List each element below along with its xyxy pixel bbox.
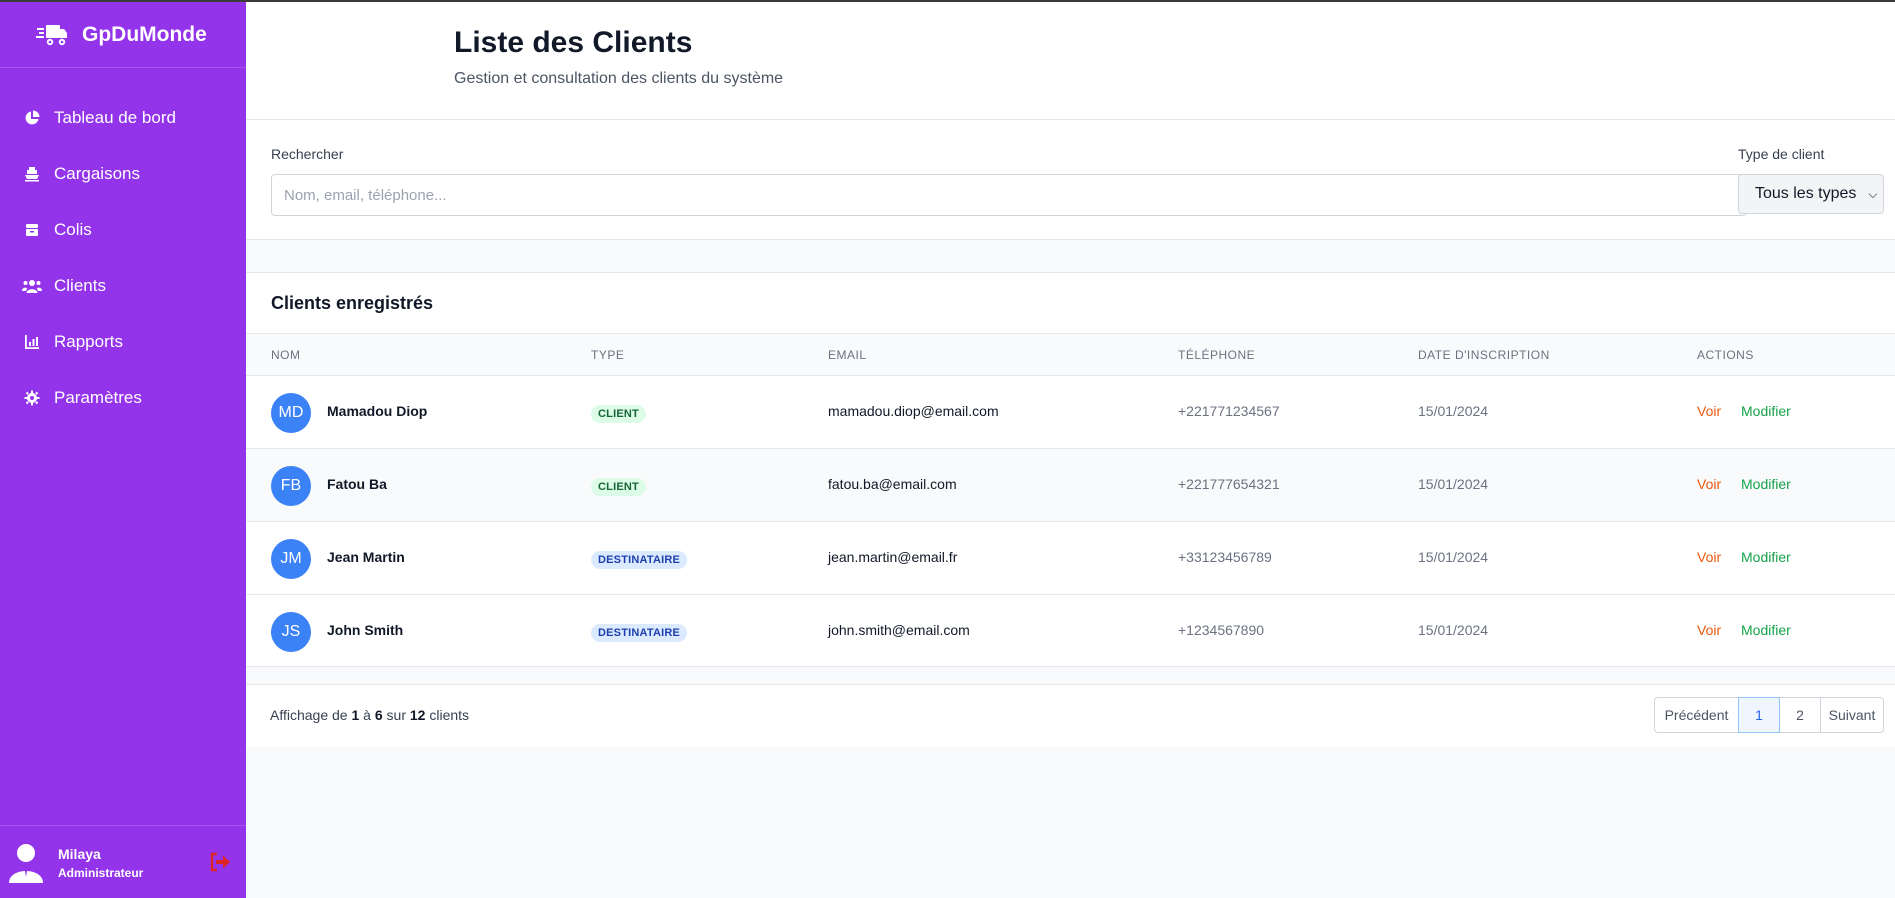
sidebar-item-colis[interactable]: Colis [0,202,246,258]
type-badge: CLIENT [591,405,646,423]
sidebar-item-label: Cargaisons [54,164,140,183]
sidebar: GpDuMonde Tableau de bord Cargaisons Col… [0,2,246,898]
chevron-down-icon: ⌵ [1868,186,1878,201]
search-label: Rechercher [271,146,344,162]
type-filter-label: Type de client [1738,146,1825,162]
page-2-button[interactable]: 2 [1779,697,1821,733]
type-filter-select[interactable]: Tous les types ⌵ [1738,174,1884,214]
clients-table: Clients enregistrés NOM TYPE EMAIL TÉLÉP… [246,272,1895,667]
column-header-date: DATE D'INSCRIPTION [1418,348,1550,362]
view-link[interactable]: Voir [1697,403,1721,419]
client-email: jean.martin@email.fr [828,549,958,565]
client-name: Mamadou Diop [327,403,428,419]
brand-name: GpDuMonde [82,22,207,46]
pagination-info: Affichage de 1 à 6 sur 12 clients [270,707,469,723]
avatar: MD [271,393,311,433]
pagination-bar: Affichage de 1 à 6 sur 12 clients Précéd… [246,684,1895,747]
pagination-total: 12 [409,707,426,723]
chart-pie-icon [22,108,42,128]
view-link[interactable]: Voir [1697,549,1721,565]
search-input[interactable] [271,174,1747,216]
type-badge: DESTINATAIRE [591,551,688,569]
sidebar-item-label: Colis [54,220,92,239]
client-email: john.smith@email.com [828,622,970,638]
truck-icon [36,21,68,49]
pagination-to: 6 [374,707,383,723]
prev-page-button[interactable]: Précédent [1654,697,1739,733]
column-header-actions: ACTIONS [1697,348,1754,362]
table-header: NOM TYPE EMAIL TÉLÉPHONE DATE D'INSCRIPT… [246,334,1895,376]
pagination-from: 1 [351,707,360,723]
page-1-button[interactable]: 1 [1738,697,1780,733]
box-icon [22,220,42,240]
ship-icon [22,164,42,184]
client-date: 15/01/2024 [1418,476,1489,492]
brand[interactable]: GpDuMonde [0,2,246,68]
pagination-prefix: Affichage de [270,707,348,723]
page-subtitle: Gestion et consultation des clients du s… [454,70,784,87]
client-name: John Smith [327,622,404,638]
user-avatar-icon [8,843,44,883]
sidebar-item-label: Clients [54,276,106,295]
edit-link[interactable]: Modifier [1741,476,1791,492]
pagination-word-to: à [363,707,371,723]
user-role: Administrateur [58,866,144,880]
edit-link[interactable]: Modifier [1741,549,1791,565]
user-profile: Milaya Administrateur [0,825,246,898]
pagination-suffix: clients [429,707,470,723]
edit-link[interactable]: Modifier [1741,403,1791,419]
client-email: fatou.ba@email.com [828,476,957,492]
table-row: JS John Smith DESTINATAIRE john.smith@em… [246,595,1895,668]
client-name: Jean Martin [327,549,405,565]
type-badge: CLIENT [591,478,646,496]
sidebar-item-label: Paramètres [54,388,142,407]
page-header: Liste des Clients Gestion et consultatio… [246,2,1895,120]
client-phone: +1234567890 [1178,622,1265,638]
client-phone: +33123456789 [1178,549,1272,565]
users-icon [22,276,42,296]
table-row: MD Mamadou Diop CLIENT mamadou.diop@emai… [246,376,1895,449]
client-date: 15/01/2024 [1418,549,1489,565]
next-page-button[interactable]: Suivant [1820,697,1884,733]
avatar: JS [271,612,311,652]
column-header-type: TYPE [591,348,625,362]
sidebar-item-dashboard[interactable]: Tableau de bord [0,90,246,146]
main-content: Liste des Clients Gestion et consultatio… [246,2,1895,898]
sidebar-item-clients[interactable]: Clients [0,258,246,314]
type-badge: DESTINATAIRE [591,624,688,642]
client-date: 15/01/2024 [1418,622,1489,638]
sidebar-item-parametres[interactable]: Paramètres [0,370,246,426]
client-phone: +221771234567 [1178,403,1280,419]
client-date: 15/01/2024 [1418,403,1489,419]
pagination-word-of: sur [386,707,406,723]
column-header-telephone: TÉLÉPHONE [1178,348,1256,362]
column-header-email: EMAIL [828,348,867,362]
logout-icon[interactable] [209,852,231,872]
sidebar-nav: Tableau de bord Cargaisons Colis Clients… [0,68,246,426]
client-email: mamadou.diop@email.com [828,403,999,419]
sidebar-item-rapports[interactable]: Rapports [0,314,246,370]
type-filter-value: Tous les types [1755,185,1857,202]
avatar: FB [271,466,311,506]
sidebar-item-cargaisons[interactable]: Cargaisons [0,146,246,202]
client-phone: +221777654321 [1178,476,1280,492]
view-link[interactable]: Voir [1697,476,1721,492]
chart-bar-icon [22,332,42,352]
avatar: JM [271,539,311,579]
table-row: JM Jean Martin DESTINATAIRE jean.martin@… [246,522,1895,595]
user-name: Milaya [58,846,101,862]
pagination-controls: Précédent 1 2 Suivant [1654,697,1884,733]
filters-panel: Rechercher Type de client Tous les types… [246,120,1895,240]
table-title: Clients enregistrés [246,273,1895,334]
sidebar-item-label: Tableau de bord [54,108,176,127]
sidebar-item-label: Rapports [54,332,123,351]
client-name: Fatou Ba [327,476,387,492]
column-header-nom: NOM [271,348,301,362]
page-title: Liste des Clients [454,26,693,59]
edit-link[interactable]: Modifier [1741,622,1791,638]
table-row: FB Fatou Ba CLIENT fatou.ba@email.com +2… [246,449,1895,522]
view-link[interactable]: Voir [1697,622,1721,638]
gear-icon [22,388,42,408]
